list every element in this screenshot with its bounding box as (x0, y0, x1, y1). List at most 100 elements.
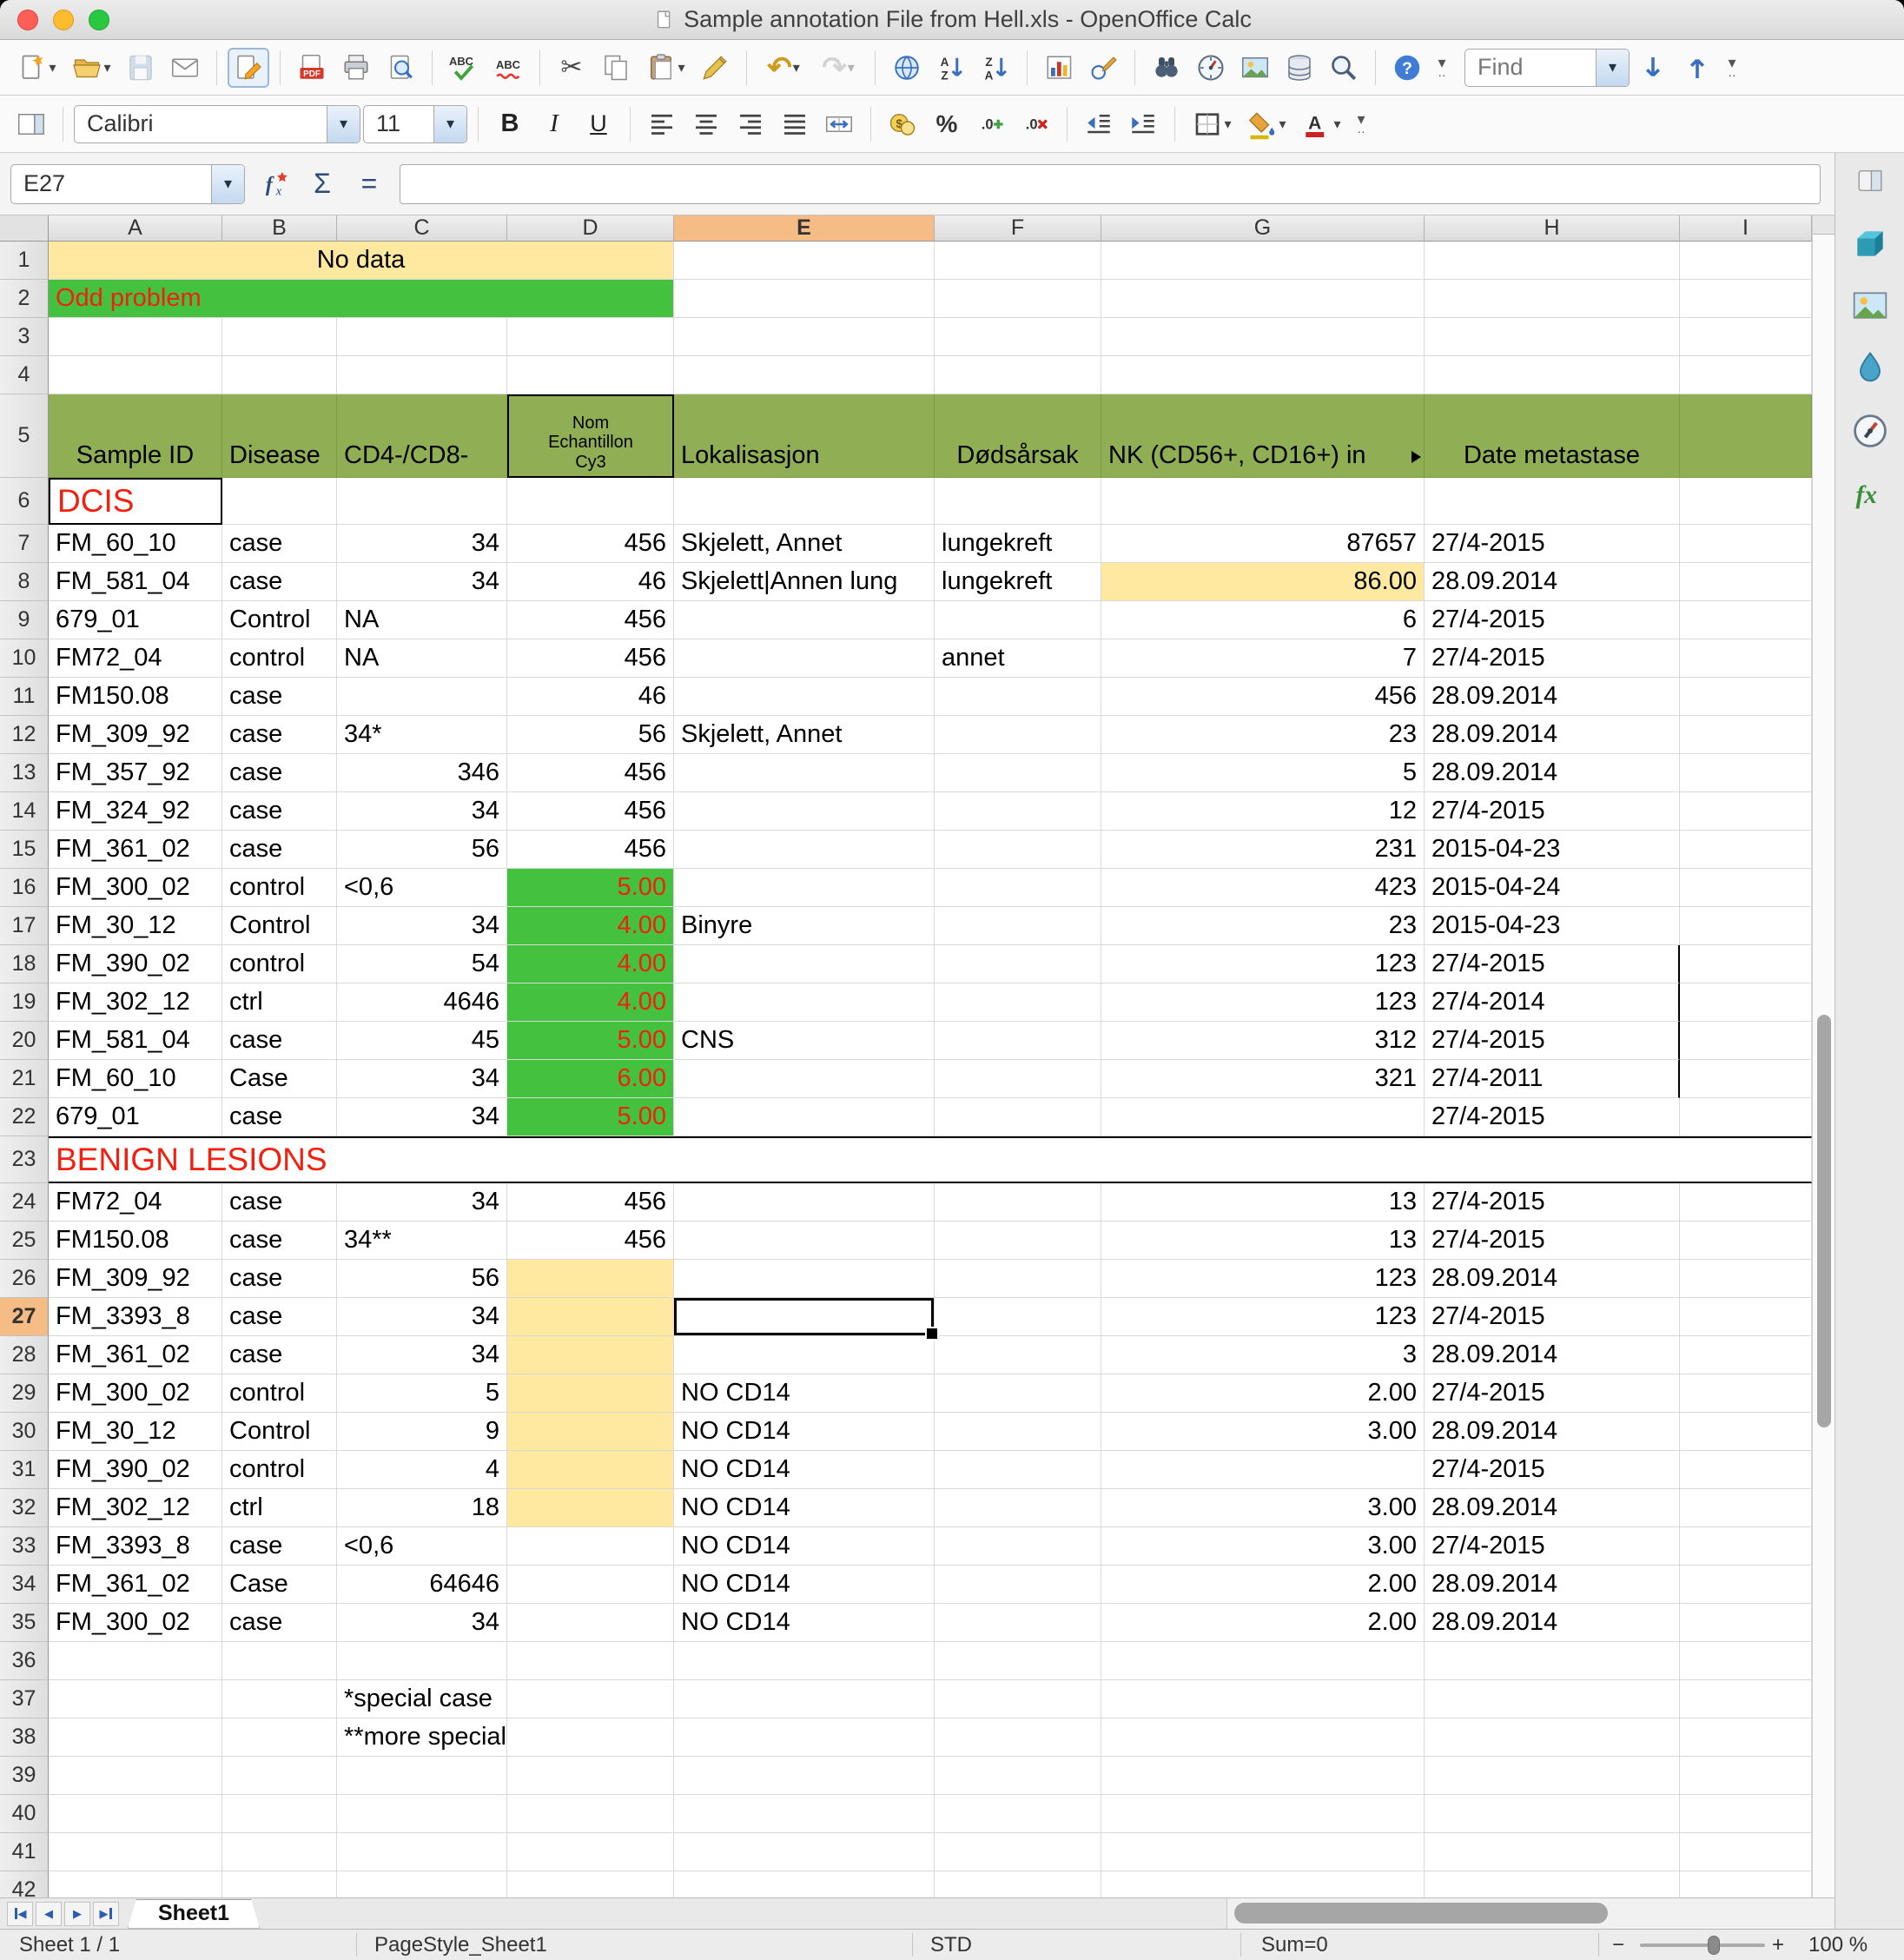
cell-G39[interactable] (1101, 1757, 1425, 1795)
cell-A32[interactable]: FM_302_12 (49, 1489, 222, 1527)
col-header-C[interactable]: C (337, 215, 507, 242)
cell-I39[interactable] (1680, 1757, 1812, 1795)
cut-icon[interactable]: ✂ (551, 48, 592, 88)
cell-B32[interactable]: ctrl (222, 1489, 337, 1527)
cell-G37[interactable] (1101, 1680, 1425, 1718)
cell-H21[interactable]: 27/4-2011 (1425, 1060, 1680, 1098)
cell-A13[interactable]: FM_357_92 (49, 754, 222, 792)
col-header-H[interactable]: H (1425, 215, 1680, 242)
font-color-icon[interactable]: A▾ (1295, 104, 1347, 144)
cell-I38[interactable] (1680, 1718, 1812, 1757)
cell-B16[interactable]: control (222, 869, 337, 907)
cell-F36[interactable] (935, 1642, 1101, 1680)
cell-F11[interactable] (935, 678, 1101, 716)
font-size-combo[interactable]: 11▾ (363, 105, 467, 143)
cell-I33[interactable] (1680, 1527, 1812, 1566)
cell-I36[interactable] (1680, 1642, 1812, 1680)
cell-E8[interactable]: Skjelett|Annen lung (674, 563, 935, 601)
cell-E12[interactable]: Skjelett, Annet (674, 716, 935, 754)
cell-B12[interactable]: case (222, 716, 337, 754)
redo-dropdown-icon[interactable]: ▾ (848, 59, 855, 76)
cell-D33[interactable] (507, 1527, 674, 1566)
cell-A11[interactable]: FM150.08 (49, 678, 222, 716)
row-header-29[interactable]: 29 (0, 1374, 49, 1413)
cell-A29[interactable]: FM_300_02 (49, 1374, 222, 1413)
cell-F27[interactable] (935, 1298, 1101, 1336)
cell-A35[interactable]: FM_300_02 (49, 1604, 222, 1642)
cell-F32[interactable] (935, 1489, 1101, 1527)
cell-I21[interactable] (1680, 1060, 1812, 1098)
delete-decimal-icon[interactable]: .0 (1015, 104, 1056, 144)
cell-A17[interactable]: FM_30_12 (49, 907, 222, 945)
cell-D8[interactable]: 46 (507, 563, 674, 601)
cell-G1[interactable] (1101, 242, 1425, 280)
cell-A30[interactable]: FM_30_12 (49, 1413, 222, 1451)
cell-C26[interactable]: 56 (337, 1260, 507, 1298)
cell-E14[interactable] (674, 792, 935, 831)
cell-H18[interactable]: 27/4-2015 (1425, 945, 1680, 983)
cell-G19[interactable]: 123 (1101, 983, 1425, 1022)
cell-G32[interactable]: 3.00 (1101, 1489, 1425, 1527)
cell-G13[interactable]: 5 (1101, 754, 1425, 792)
row-header-8[interactable]: 8 (0, 563, 49, 601)
statusbar-sheet-position[interactable]: Sheet 1 / 1 (19, 1933, 120, 1957)
cell-E26[interactable] (674, 1260, 935, 1298)
cell-C6[interactable] (337, 478, 507, 525)
page-preview-icon[interactable] (380, 48, 421, 88)
cell-F33[interactable] (935, 1527, 1101, 1566)
cell-C42[interactable] (337, 1871, 507, 1897)
cell-A25[interactable]: FM150.08 (49, 1222, 222, 1260)
cell-E9[interactable] (674, 601, 935, 639)
cell-H15[interactable]: 2015-04-23 (1425, 831, 1680, 869)
cell-G2[interactable] (1101, 280, 1425, 318)
cell-F2[interactable] (935, 280, 1101, 318)
cell-B7[interactable]: case (222, 525, 337, 563)
navigator-icon[interactable] (1190, 48, 1232, 88)
cell-I8[interactable] (1680, 563, 1812, 601)
cell-B19[interactable]: ctrl (222, 983, 337, 1022)
cell-F1[interactable] (935, 242, 1101, 280)
row-header-27[interactable]: 27 (0, 1298, 49, 1336)
row-header-40[interactable]: 40 (0, 1795, 49, 1833)
cell-C17[interactable]: 34 (337, 907, 507, 945)
cell-I22[interactable] (1680, 1098, 1812, 1136)
cell-D18[interactable]: 4.00 (507, 945, 674, 983)
cell-F37[interactable] (935, 1680, 1101, 1718)
first-sheet-button[interactable]: ◀ (7, 1902, 33, 1926)
cell-H30[interactable]: 28.09.2014 (1425, 1413, 1680, 1451)
cell-E5[interactable]: Lokalisasjon (674, 394, 935, 478)
cell-H3[interactable] (1425, 318, 1680, 356)
cell-F38[interactable] (935, 1718, 1101, 1757)
cell-E32[interactable]: NO CD14 (674, 1489, 935, 1527)
cell-I34[interactable] (1680, 1566, 1812, 1604)
col-header-D[interactable]: D (507, 215, 674, 242)
cell-E38[interactable] (674, 1718, 935, 1757)
zoom-level[interactable]: 100 % (1808, 1933, 1868, 1957)
row-header-19[interactable]: 19 (0, 983, 49, 1022)
autospellcheck-icon[interactable]: ABC (487, 48, 529, 88)
cell-F7[interactable]: lungekreft (935, 525, 1101, 563)
row-header-15[interactable]: 15 (0, 831, 49, 869)
col-header-F[interactable]: F (935, 215, 1101, 242)
row-header-2[interactable]: 2 (0, 280, 49, 318)
cell-C8[interactable]: 34 (337, 563, 507, 601)
cell-I29[interactable] (1680, 1374, 1812, 1413)
cell-C12[interactable]: 34* (337, 716, 507, 754)
row-header-37[interactable]: 37 (0, 1680, 49, 1718)
cell-F8[interactable]: lungekreft (935, 563, 1101, 601)
horizontal-scrollbar-thumb[interactable] (1234, 1903, 1608, 1924)
cell-D19[interactable]: 4.00 (507, 983, 674, 1022)
cell-G22[interactable] (1101, 1098, 1425, 1136)
cell-C15[interactable]: 56 (337, 831, 507, 869)
sidebar-gallery-icon[interactable] (1844, 278, 1896, 334)
cell-B38[interactable] (222, 1718, 337, 1757)
font-name-combo[interactable]: Calibri▾ (74, 105, 360, 143)
row-header-22[interactable]: 22 (0, 1098, 49, 1136)
cell-G18[interactable]: 123 (1101, 945, 1425, 983)
cell-C29[interactable]: 5 (337, 1374, 507, 1413)
cell-E4[interactable] (674, 356, 935, 394)
function-wizard-button[interactable]: fx (254, 164, 297, 204)
cell-B11[interactable]: case (222, 678, 337, 716)
zoom-in-button[interactable]: + (1772, 1933, 1784, 1957)
cell-F3[interactable] (935, 318, 1101, 356)
